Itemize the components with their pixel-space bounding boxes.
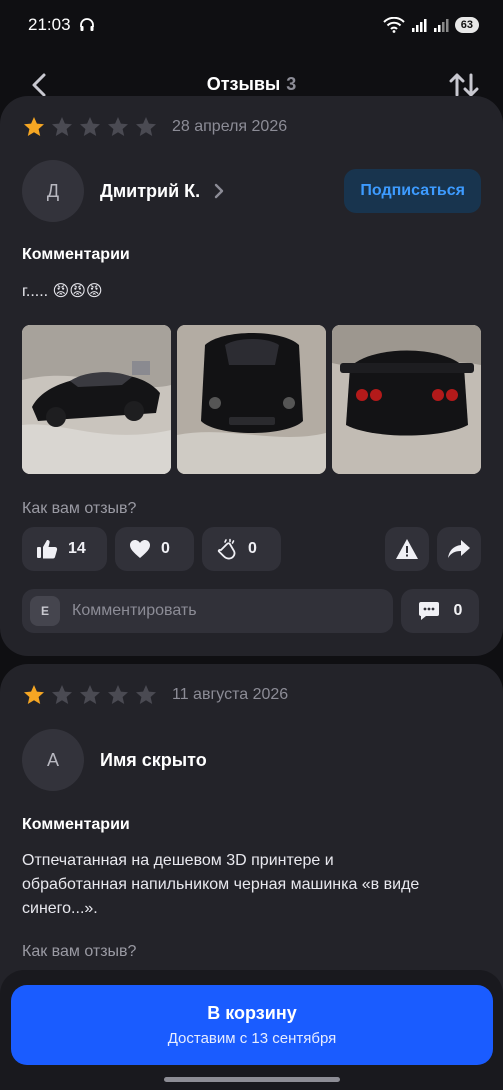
cart-button-subtitle: Доставим с 13 сентября bbox=[167, 1030, 337, 1047]
review-date: 11 августа 2026 bbox=[172, 686, 289, 703]
comment-placeholder: Комментировать bbox=[72, 602, 197, 619]
review-question: Как вам отзыв? bbox=[22, 943, 137, 960]
comment-text: Отпечатанная на дешевом 3D принтере и об… bbox=[22, 852, 420, 917]
avatar[interactable]: Д bbox=[22, 160, 84, 222]
comments-button[interactable]: 0 bbox=[401, 589, 479, 633]
star-empty-icon bbox=[108, 117, 128, 136]
review-photo[interactable] bbox=[177, 325, 326, 474]
battery-indicator: 63 bbox=[454, 17, 479, 33]
reviews-count: 3 bbox=[286, 73, 297, 94]
comment-section-label: Комментарии bbox=[22, 246, 130, 263]
headphones-icon bbox=[79, 18, 94, 31]
car-photo-side-icon bbox=[22, 325, 171, 474]
clap-icon bbox=[217, 538, 236, 560]
subscribe-button[interactable]: Подписаться bbox=[344, 169, 481, 213]
like-button[interactable]: 14 bbox=[22, 527, 107, 571]
star-empty-icon bbox=[136, 117, 156, 136]
chevron-right-icon[interactable] bbox=[214, 183, 224, 199]
comment-row: Е Комментировать 0 bbox=[22, 589, 479, 633]
author-row: Д Дмитрий К. Подписаться bbox=[22, 160, 481, 222]
clap-button[interactable]: 0 bbox=[202, 527, 281, 571]
claps-count: 0 bbox=[248, 540, 257, 557]
heart-button[interactable]: 0 bbox=[115, 527, 194, 571]
status-bar: 21:03 63 bbox=[0, 0, 503, 50]
star-empty-icon bbox=[80, 117, 100, 136]
share-button[interactable] bbox=[437, 527, 481, 571]
warning-icon bbox=[396, 539, 418, 559]
avatar: А bbox=[22, 729, 84, 791]
comment-input[interactable]: Е Комментировать bbox=[22, 589, 393, 633]
star-filled-icon bbox=[24, 685, 44, 704]
review-photo[interactable] bbox=[22, 325, 171, 474]
share-icon bbox=[448, 540, 470, 558]
review-photo[interactable] bbox=[332, 325, 481, 474]
review-photos bbox=[22, 325, 481, 474]
star-filled-icon bbox=[24, 117, 44, 136]
signal-icon bbox=[411, 19, 427, 32]
star-empty-icon bbox=[52, 685, 72, 704]
cart-button-title: В корзину bbox=[207, 1003, 297, 1023]
comment-section-label: Комментарии bbox=[22, 816, 130, 833]
user-avatar: Е bbox=[30, 596, 60, 626]
signal-2-icon bbox=[433, 19, 449, 32]
car-photo-front-icon bbox=[177, 325, 326, 474]
likes-count: 14 bbox=[68, 540, 86, 557]
home-indicator[interactable] bbox=[164, 1077, 340, 1082]
review-card: 28 апреля 2026 Д Дмитрий К. Подписаться … bbox=[0, 96, 503, 656]
add-to-cart-button[interactable]: В корзину Доставим с 13 сентября bbox=[11, 985, 493, 1065]
car-photo-rear-icon bbox=[332, 325, 481, 474]
star-empty-icon bbox=[108, 685, 128, 704]
status-time: 21:03 bbox=[28, 15, 71, 34]
sort-icon bbox=[449, 73, 479, 97]
comments-count: 0 bbox=[453, 602, 463, 619]
bottom-cart-bar: В корзину Доставим с 13 сентября bbox=[0, 970, 503, 1090]
chevron-left-icon bbox=[32, 73, 46, 97]
author-name[interactable]: Дмитрий К. bbox=[100, 181, 200, 202]
comment-text: г..... 😡😡😡 bbox=[22, 283, 103, 300]
wifi-icon bbox=[383, 17, 405, 33]
report-button[interactable] bbox=[385, 527, 429, 571]
reactions-row: 14 0 0 bbox=[22, 527, 481, 571]
author-row: А Имя скрыто bbox=[22, 729, 207, 791]
comment-icon bbox=[418, 602, 439, 620]
star-empty-icon bbox=[52, 117, 72, 136]
star-empty-icon bbox=[80, 685, 100, 704]
page-title: Отзывы bbox=[206, 73, 281, 94]
author-name: Имя скрыто bbox=[100, 749, 207, 770]
review-date: 28 апреля 2026 bbox=[172, 118, 288, 135]
review-question: Как вам отзыв? bbox=[22, 500, 137, 517]
star-empty-icon bbox=[136, 685, 156, 704]
rating-stars: 11 августа 2026 bbox=[22, 681, 288, 709]
hearts-count: 0 bbox=[161, 540, 170, 557]
thumbs-up-icon bbox=[37, 540, 58, 559]
rating-stars: 28 апреля 2026 bbox=[22, 113, 287, 141]
heart-icon bbox=[130, 540, 150, 558]
